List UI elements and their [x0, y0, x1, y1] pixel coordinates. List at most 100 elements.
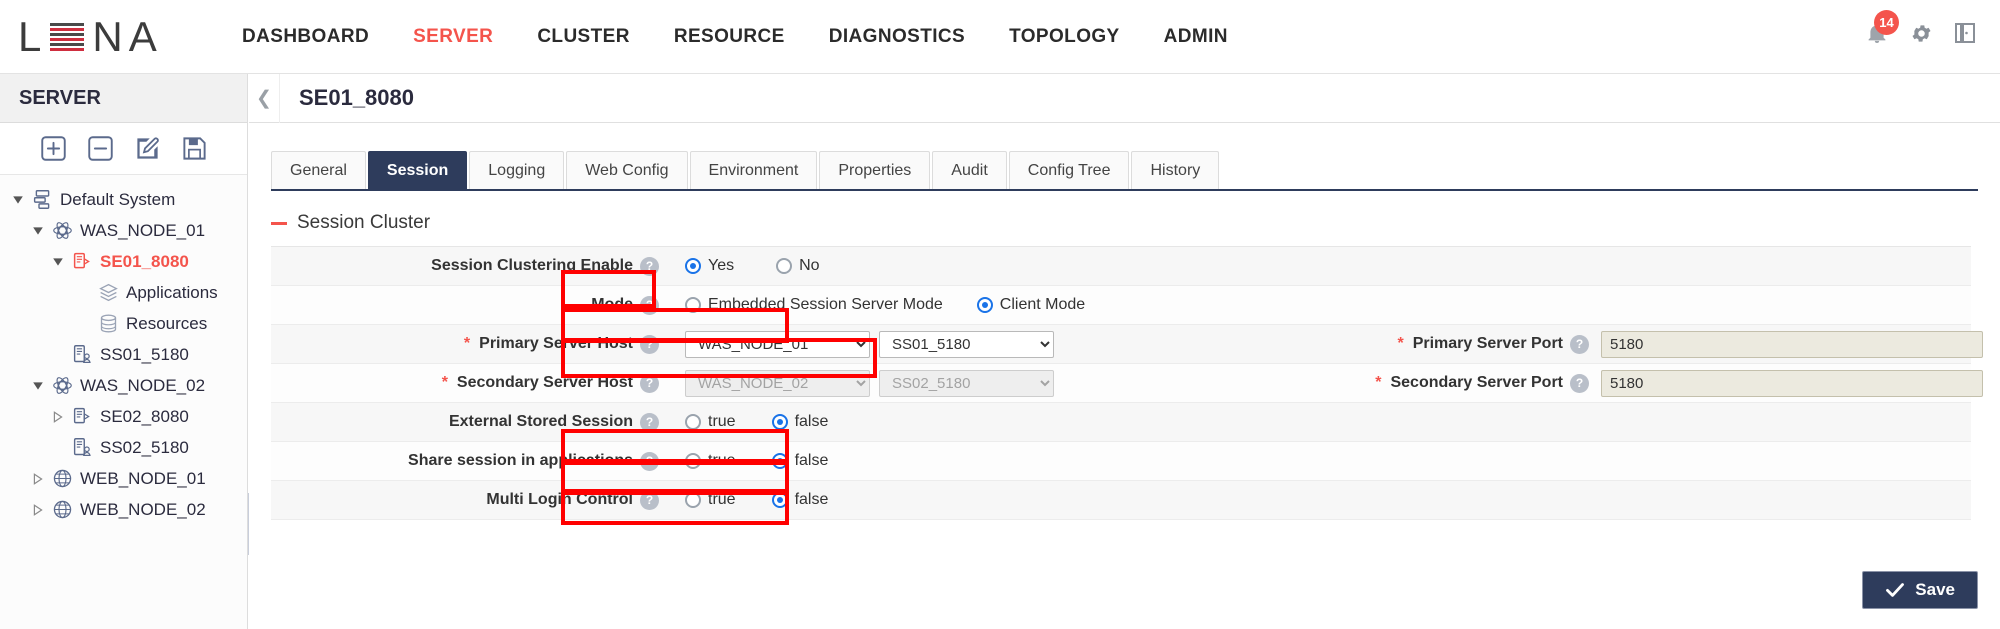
tree-item-se02-8080[interactable]: SE02_8080 [0, 401, 247, 432]
resources-icon [97, 313, 119, 335]
help-icon[interactable]: ? [640, 374, 659, 393]
radio-multilogin-false[interactable]: false [772, 491, 829, 509]
sidebar-toolbar [0, 123, 247, 175]
sidebar-edit-button[interactable] [134, 135, 161, 162]
tree-item-label: SS01_5180 [100, 346, 189, 363]
tree-item-was-node-01[interactable]: WAS_NODE_01 [0, 215, 247, 246]
radio-group-session-clustering-enable: Yes No [685, 257, 820, 275]
help-icon[interactable]: ? [1570, 374, 1589, 393]
tab-web-config[interactable]: Web Config [566, 151, 687, 189]
help-icon[interactable]: ? [640, 452, 659, 471]
node-icon [51, 220, 73, 242]
tree-item-web-node-02[interactable]: WEB_NODE_02 [0, 494, 247, 525]
radio-label: false [795, 413, 829, 431]
radio-share-false[interactable]: false [772, 452, 829, 470]
help-icon[interactable]: ? [1570, 335, 1589, 354]
help-icon[interactable]: ? [640, 413, 659, 432]
radio-external-false[interactable]: false [772, 413, 829, 431]
logo-letter-l: L [18, 16, 42, 58]
input-primary-server-port[interactable] [1601, 331, 1983, 358]
tab-logging[interactable]: Logging [469, 151, 564, 189]
expanded-arrow-icon[interactable] [32, 380, 44, 392]
sidebar-add-button[interactable] [40, 135, 67, 162]
tab-session[interactable]: Session [368, 151, 467, 189]
help-icon[interactable]: ? [640, 296, 659, 315]
tab-general[interactable]: General [271, 151, 366, 189]
nav-item-server[interactable]: SERVER [391, 16, 515, 58]
help-icon[interactable]: ? [640, 257, 659, 276]
collapsed-arrow-icon[interactable] [32, 504, 44, 516]
select-secondary-node: WAS_NODE_02 [685, 370, 870, 397]
required-marker: * [1397, 335, 1403, 353]
nav-item-diagnostics[interactable]: DIAGNOSTICS [807, 16, 987, 58]
nav-item-topology[interactable]: TOPOLOGY [987, 16, 1142, 58]
sidebar-save-button[interactable] [181, 135, 208, 162]
sidebar-remove-button[interactable] [87, 135, 114, 162]
top-bar: L N A DASHBOARD SERVER CLUSTER RESOURCE … [0, 0, 2000, 74]
collapse-minus-icon[interactable] [271, 222, 287, 225]
radio-mode-embedded[interactable]: Embedded Session Server Mode [685, 296, 943, 314]
sidebar-title: SERVER [0, 74, 247, 123]
save-button[interactable]: Save [1862, 571, 1978, 609]
tree-item-was-node-02[interactable]: WAS_NODE_02 [0, 370, 247, 401]
session-server-icon [71, 437, 93, 459]
radio-clustering-yes[interactable]: Yes [685, 257, 734, 275]
tree-item-ss01-5180[interactable]: SS01_5180 [0, 339, 247, 370]
expanded-arrow-icon[interactable] [12, 194, 24, 206]
nav-item-admin[interactable]: ADMIN [1142, 16, 1250, 58]
logout-button[interactable] [1952, 18, 1978, 48]
label-text: Secondary Server Port [1390, 374, 1563, 392]
radio-dot-selected-icon [772, 492, 788, 508]
radio-share-true[interactable]: true [685, 452, 736, 470]
tree-item-default-system[interactable]: Default System [0, 184, 247, 215]
radio-dot-icon [685, 492, 701, 508]
sidebar-collapse-button[interactable]: ❮ [249, 74, 280, 123]
label-primary-server-host: * Primary Server Host ? [271, 325, 671, 363]
radio-label: No [799, 257, 819, 275]
tab-config-tree[interactable]: Config Tree [1009, 151, 1130, 189]
web-node-icon [51, 499, 73, 521]
radio-multilogin-true[interactable]: true [685, 491, 736, 509]
collapsed-arrow-icon[interactable] [52, 411, 64, 423]
radio-label: false [795, 491, 829, 509]
settings-button[interactable] [1908, 18, 1934, 48]
nav-item-dashboard[interactable]: DASHBOARD [220, 16, 391, 58]
expanded-arrow-icon[interactable] [52, 256, 64, 268]
node-icon [51, 375, 73, 397]
tree-item-label: WEB_NODE_02 [80, 501, 206, 518]
tree-item-applications[interactable]: Applications [0, 277, 247, 308]
tree-item-web-node-01[interactable]: WEB_NODE_01 [0, 463, 247, 494]
page-title: SE01_8080 [280, 85, 414, 111]
tab-history[interactable]: History [1131, 151, 1219, 189]
session-server-icon [71, 344, 93, 366]
label-text: Primary Server Port [1413, 335, 1563, 353]
section-header-session-cluster[interactable]: Session Cluster [271, 212, 1978, 234]
select-primary-node[interactable]: WAS_NODE_01 [685, 331, 870, 358]
radio-mode-client[interactable]: Client Mode [977, 296, 1085, 314]
tree-item-ss02-5180[interactable]: SS02_5180 [0, 432, 247, 463]
tree-item-se01-8080[interactable]: SE01_8080 [0, 246, 247, 277]
tab-properties[interactable]: Properties [819, 151, 930, 189]
field-session-clustering-enable: Yes No [671, 247, 1971, 285]
tab-environment[interactable]: Environment [690, 151, 818, 189]
tree-item-resources[interactable]: Resources [0, 308, 247, 339]
field-share-session: true false [671, 442, 1971, 480]
notifications-button[interactable]: 14 [1864, 18, 1890, 48]
check-icon [1885, 580, 1905, 600]
section-title: Session Cluster [297, 212, 430, 234]
expanded-arrow-icon[interactable] [32, 225, 44, 237]
brand-logo[interactable]: L N A [0, 16, 190, 58]
radio-external-true[interactable]: true [685, 413, 736, 431]
collapsed-arrow-icon[interactable] [32, 473, 44, 485]
tab-audit[interactable]: Audit [932, 151, 1006, 189]
help-icon[interactable]: ? [640, 335, 659, 354]
input-secondary-server-port[interactable] [1601, 370, 1983, 397]
radio-dot-icon [685, 453, 701, 469]
select-primary-session-server[interactable]: SS01_5180 [879, 331, 1054, 358]
label-text: External Stored Session [449, 413, 633, 431]
nav-item-cluster[interactable]: CLUSTER [515, 16, 652, 58]
required-marker: * [1375, 374, 1381, 392]
help-icon[interactable]: ? [640, 491, 659, 510]
nav-item-resource[interactable]: RESOURCE [652, 16, 807, 58]
radio-clustering-no[interactable]: No [776, 257, 819, 275]
